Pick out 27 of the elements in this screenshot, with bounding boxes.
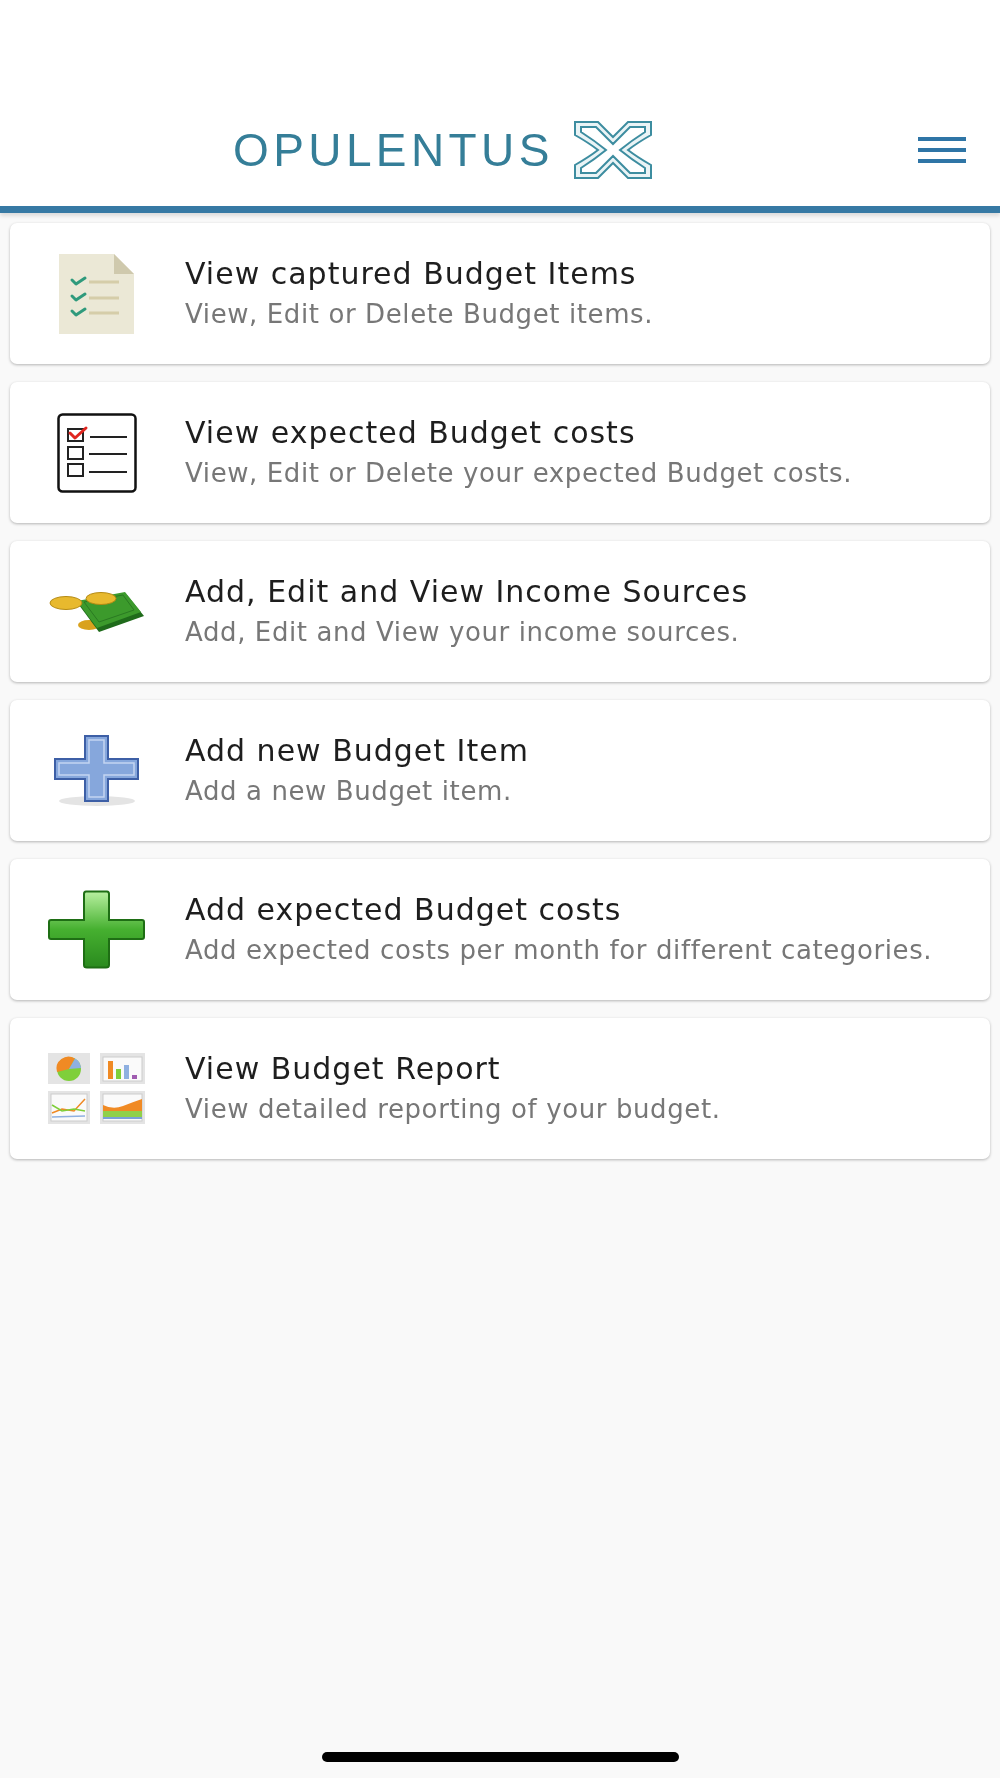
menu-description: View detailed reporting of your budget. bbox=[185, 1092, 721, 1126]
menu-card[interactable]: Add, Edit and View Income Sources Add, Edit and View your income sources. bbox=[10, 541, 990, 682]
menu-card[interactable]: View Budget Report View detailed reporting of your budget. bbox=[10, 1018, 990, 1159]
checklist-icon bbox=[56, 412, 137, 493]
logo-text: OPULENTUS bbox=[233, 127, 554, 173]
menu-title: View captured Budget Items bbox=[185, 254, 638, 293]
menu-description: Add expected costs per month for different categories. bbox=[185, 933, 933, 967]
menu-title: Add new Budget Item bbox=[185, 731, 529, 770]
menu-title: Add expected Budget costs bbox=[185, 890, 623, 929]
report-icon bbox=[48, 1053, 145, 1124]
menu-card[interactable]: View captured Budget Items View, Edit or Delete Budget items. bbox=[10, 223, 990, 364]
menu-card[interactable]: View expected Budget costs View, Edit or Delete your expected Budget costs. bbox=[10, 382, 990, 523]
menu-title: View expected Budget costs bbox=[185, 413, 637, 452]
menu-description: View, Edit or Delete Budget items. bbox=[185, 297, 654, 331]
menu-description: View, Edit or Delete your expected Budget costs. bbox=[185, 456, 853, 490]
plus-icon bbox=[53, 734, 140, 807]
menu-icon[interactable] bbox=[918, 137, 966, 163]
plus-icon bbox=[48, 890, 145, 969]
menu-title: Add, Edit and View Income Sources bbox=[185, 572, 749, 611]
logo-icon bbox=[572, 120, 653, 180]
cash-icon bbox=[48, 590, 145, 633]
document-icon bbox=[59, 253, 134, 334]
menu-description: Add a new Budget item. bbox=[185, 774, 513, 808]
menu-description: Add, Edit and View your income sources. bbox=[185, 615, 741, 649]
menu-card[interactable]: Add expected Budget costs Add expected costs per month for different categories. bbox=[10, 859, 990, 1000]
menu-card[interactable]: Add new Budget Item Add a new Budget item. bbox=[10, 700, 990, 841]
menu-title: View Budget Report bbox=[185, 1049, 502, 1088]
